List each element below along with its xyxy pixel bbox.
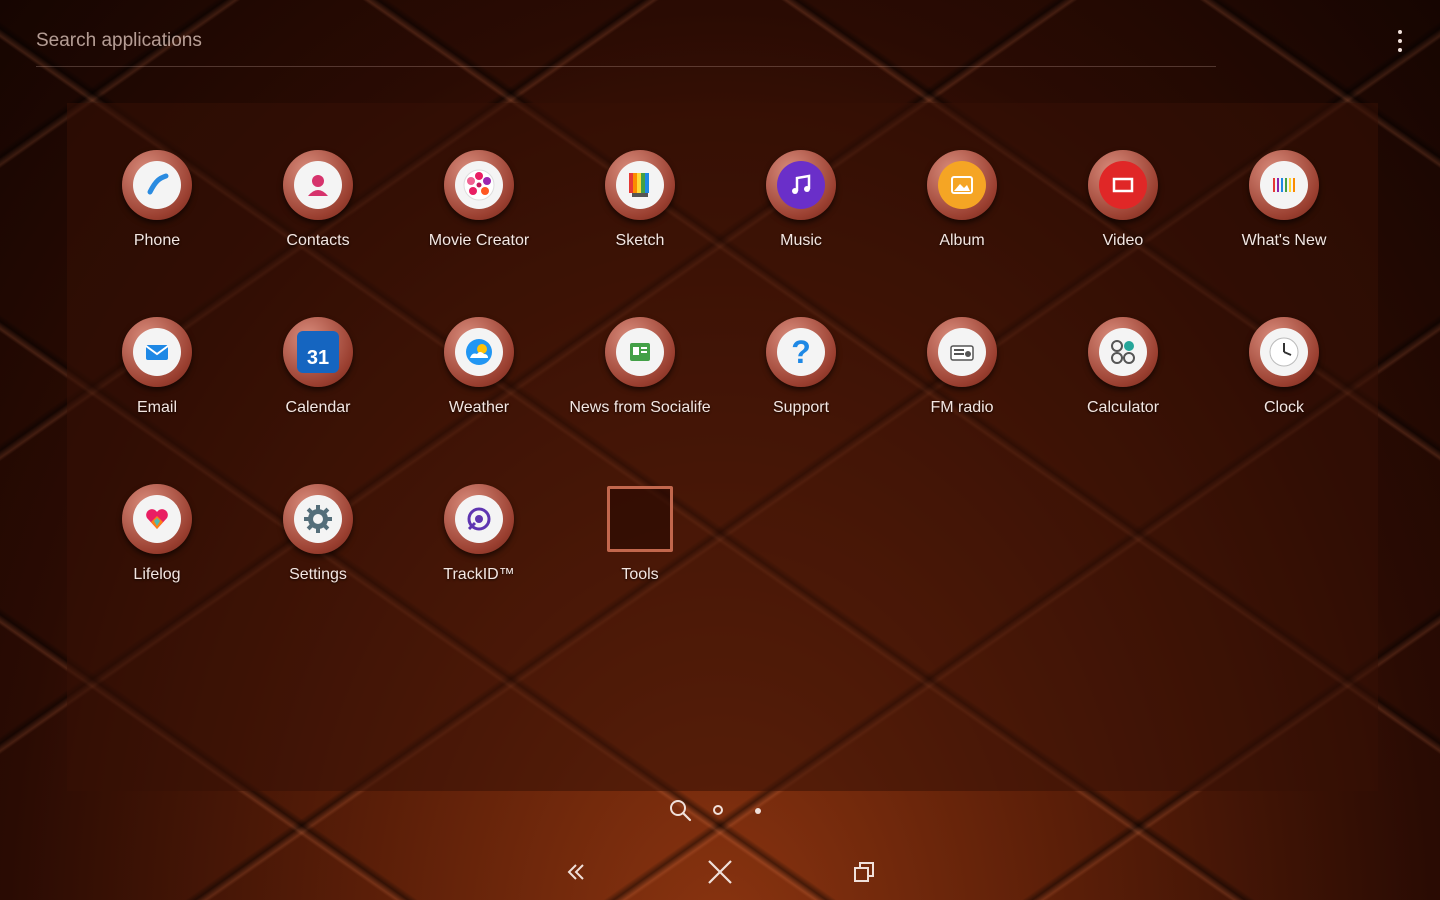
- app-contacts[interactable]: Contacts: [238, 150, 398, 251]
- page-indicator[interactable]: [755, 808, 761, 814]
- search-icon[interactable]: [668, 798, 694, 829]
- email-icon: [122, 317, 192, 387]
- calculator-icon: [1088, 317, 1158, 387]
- search-bar: [36, 22, 1216, 67]
- contacts-icon: [283, 150, 353, 220]
- app-settings[interactable]: Settings: [238, 484, 398, 585]
- album-icon: [927, 150, 997, 220]
- page-indicator-active[interactable]: [713, 805, 723, 815]
- app-calculator[interactable]: Calculator: [1043, 317, 1203, 418]
- fm-radio-icon: [927, 317, 997, 387]
- app-support[interactable]: ? Support: [721, 317, 881, 418]
- app-weather[interactable]: Weather: [399, 317, 559, 418]
- phone-icon: [122, 150, 192, 220]
- app-trackid[interactable]: TrackID™: [399, 484, 559, 585]
- app-label: News from Socialife: [569, 399, 711, 416]
- app-label: Calculator: [1086, 399, 1160, 416]
- socialife-icon: [605, 317, 675, 387]
- app-grid: Phone Contacts Movie Creator Sketch Musi…: [67, 103, 1378, 791]
- app-label: Calendar: [285, 399, 351, 416]
- app-label: Settings: [289, 566, 347, 583]
- app-calendar[interactable]: 31 Calendar: [238, 317, 398, 418]
- app-news-from-socialife[interactable]: News from Socialife: [560, 317, 720, 418]
- app-album[interactable]: Album: [882, 150, 1042, 251]
- app-music[interactable]: Music: [721, 150, 881, 251]
- app-movie-creator[interactable]: Movie Creator: [399, 150, 559, 251]
- app-label: Phone: [133, 232, 181, 249]
- app-label: Support: [772, 399, 830, 416]
- calendar-date: 31: [306, 347, 330, 369]
- app-label: Tools: [621, 566, 659, 583]
- app-label: Sketch: [615, 232, 665, 249]
- search-input[interactable]: [36, 22, 636, 60]
- whats-new-icon: [1249, 150, 1319, 220]
- app-label: Weather: [448, 399, 510, 416]
- calendar-icon: 31: [283, 317, 353, 387]
- recents-icon[interactable]: [846, 854, 882, 890]
- app-video[interactable]: Video: [1043, 150, 1203, 251]
- movie-creator-icon: [444, 150, 514, 220]
- trackid-icon: [444, 484, 514, 554]
- app-clock[interactable]: Clock: [1204, 317, 1364, 418]
- app-label: Lifelog: [133, 566, 181, 583]
- navigation-bar: [0, 840, 1440, 900]
- app-label: Email: [136, 399, 177, 416]
- gear-icon: [283, 484, 353, 554]
- app-label: Music: [780, 232, 822, 249]
- overflow-menu-icon[interactable]: [1394, 30, 1406, 52]
- app-whats-new[interactable]: What's New: [1204, 150, 1364, 251]
- folder-icon: [607, 486, 673, 552]
- app-drawer-panel: Phone Contacts Movie Creator Sketch Musi…: [67, 103, 1378, 791]
- app-sketch[interactable]: Sketch: [560, 150, 720, 251]
- support-glyph: ?: [791, 333, 811, 370]
- app-label: Contacts: [286, 232, 350, 249]
- app-label: TrackID™: [443, 566, 515, 583]
- lifelog-icon: [122, 484, 192, 554]
- app-label: Album: [939, 232, 985, 249]
- app-label: Movie Creator: [428, 232, 530, 249]
- weather-icon: [444, 317, 514, 387]
- page-indicators: [668, 798, 778, 824]
- app-tools-folder[interactable]: Tools: [560, 484, 720, 585]
- app-fm-radio[interactable]: FM radio: [882, 317, 1042, 418]
- video-icon: [1088, 150, 1158, 220]
- app-label: FM radio: [930, 399, 994, 416]
- back-icon[interactable]: [558, 854, 594, 890]
- app-lifelog[interactable]: Lifelog: [77, 484, 237, 585]
- close-icon[interactable]: [702, 854, 738, 890]
- app-label: Clock: [1263, 399, 1304, 416]
- app-label: Video: [1102, 232, 1144, 249]
- music-icon: [766, 150, 836, 220]
- app-email[interactable]: Email: [77, 317, 237, 418]
- app-phone[interactable]: Phone: [77, 150, 237, 251]
- sketch-icon: [605, 150, 675, 220]
- clock-icon: [1249, 317, 1319, 387]
- support-icon: ?: [766, 317, 836, 387]
- app-label: What's New: [1241, 232, 1327, 249]
